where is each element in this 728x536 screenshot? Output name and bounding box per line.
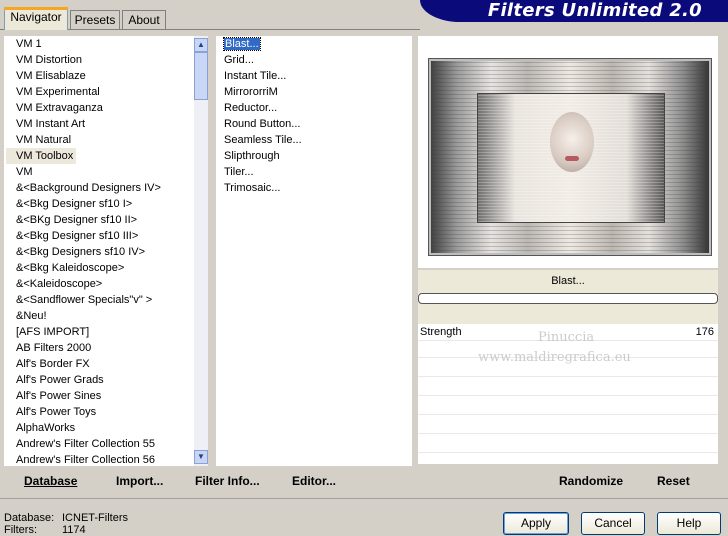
- filter-item-label: Instant Tile...: [224, 70, 287, 82]
- scroll-thumb[interactable]: [194, 52, 208, 100]
- filter-list[interactable]: Blast... Grid... Instant Tile... Mirrororri…: [216, 36, 412, 466]
- preview-label-strip: Blast...: [418, 270, 718, 324]
- category-item[interactable]: [AFS IMPORT]: [4, 324, 174, 340]
- category-item[interactable]: AlphaWorks: [4, 420, 174, 436]
- param-row-empty: [418, 436, 718, 453]
- database-button[interactable]: Database: [24, 472, 77, 490]
- param-row-empty: [418, 417, 718, 434]
- tab-presets[interactable]: Presets: [70, 10, 120, 29]
- filter-item-label: Reductor...: [224, 102, 278, 114]
- help-button[interactable]: Help: [657, 512, 721, 535]
- filters-label: Filters:: [4, 524, 37, 536]
- category-item[interactable]: Alf's Border FX: [4, 356, 174, 372]
- category-item[interactable]: Andrew's Filter Collection 55: [4, 436, 174, 452]
- category-item[interactable]: &<Bkg Designer sf10 III>: [4, 228, 174, 244]
- filter-item-label: Slipthrough: [224, 150, 280, 162]
- filter-item[interactable]: Blast...: [216, 36, 261, 52]
- editor-button[interactable]: Editor...: [292, 472, 336, 490]
- filter-item-label: Grid...: [224, 54, 254, 66]
- filters-value: 1174: [62, 524, 86, 536]
- import-button[interactable]: Import...: [116, 472, 163, 490]
- reset-button[interactable]: Reset: [657, 472, 690, 490]
- database-value: ICNET-Filters: [62, 512, 128, 524]
- preview-face: [550, 112, 594, 172]
- category-item[interactable]: VM: [4, 164, 174, 180]
- param-name: Strength: [420, 326, 462, 338]
- filter-item[interactable]: Tiler...: [216, 164, 254, 180]
- category-item[interactable]: &<Bkg Kaleidoscope>: [4, 260, 174, 276]
- param-row-empty: [418, 398, 718, 415]
- category-item[interactable]: &<Kaleidoscope>: [4, 276, 174, 292]
- header-banner: Filters Unlimited 2.0: [420, 0, 728, 22]
- filter-item-label: Tiler...: [224, 166, 254, 178]
- category-scrollbar[interactable]: ▲ ▼: [194, 36, 208, 466]
- filter-item[interactable]: Trimosaic...: [216, 180, 280, 196]
- filter-item[interactable]: Instant Tile...: [216, 68, 286, 84]
- category-item[interactable]: Alf's Power Toys: [4, 404, 174, 420]
- category-item[interactable]: &<Background Designers IV>: [4, 180, 174, 196]
- category-list[interactable]: ▲ ▼ VM 1 VM Distortion VM Elisablaze VM Exp…: [4, 36, 208, 466]
- category-item[interactable]: VM 1: [4, 36, 174, 52]
- category-item[interactable]: VM Experimental: [4, 84, 174, 100]
- category-item[interactable]: VM Instant Art: [4, 116, 174, 132]
- preview-lips: [565, 156, 579, 161]
- param-value: 176: [695, 326, 714, 338]
- tab-about[interactable]: About: [122, 10, 166, 29]
- filter-item[interactable]: Round Button...: [216, 116, 300, 132]
- filter-item[interactable]: Slipthrough: [216, 148, 280, 164]
- filter-item-label: Round Button...: [224, 118, 301, 130]
- preview-image: [428, 58, 712, 256]
- filter-item[interactable]: Reductor...: [216, 100, 277, 116]
- watermark-line1: Pinuccia: [538, 330, 595, 345]
- database-label: Database:: [4, 512, 55, 524]
- category-item[interactable]: Alf's Power Grads: [4, 372, 174, 388]
- filter-item-label: Trimosaic...: [224, 182, 281, 194]
- category-item[interactable]: &<BKg Designer sf10 II>: [4, 212, 174, 228]
- category-item[interactable]: Andrew's Filter Collection 56: [4, 452, 174, 466]
- preview-filter-label: Blast...: [551, 275, 585, 287]
- tab-navigator[interactable]: Navigator: [4, 7, 68, 30]
- category-item[interactable]: &Neu!: [4, 308, 174, 324]
- category-item[interactable]: &<Sandflower Specials"v" >: [4, 292, 174, 308]
- preview-pane: [418, 36, 718, 268]
- filter-item-label: Blast...: [223, 37, 261, 51]
- apply-button[interactable]: Apply: [503, 512, 569, 535]
- param-row-empty: [418, 379, 718, 396]
- filter-info-button[interactable]: Filter Info...: [195, 472, 260, 490]
- category-item[interactable]: &<Bkg Designers sf10 IV>: [4, 244, 174, 260]
- bottom-separator: [0, 498, 728, 499]
- filter-item[interactable]: MirrororriM: [216, 84, 278, 100]
- category-item[interactable]: VM Toolbox: [6, 148, 76, 164]
- progress-bar: [418, 293, 718, 304]
- filter-item[interactable]: Grid...: [216, 52, 254, 68]
- parameter-list[interactable]: Strength 176 Pinuccia www.maldiregrafica…: [418, 324, 718, 464]
- preview-inner-frame: [477, 93, 665, 223]
- scroll-down-icon[interactable]: ▼: [194, 450, 208, 464]
- category-item[interactable]: &<Bkg Designer sf10 I>: [4, 196, 174, 212]
- cancel-button[interactable]: Cancel: [581, 512, 645, 535]
- watermark-line2: www.maldiregrafica.eu: [478, 350, 631, 365]
- filter-item-label: Seamless Tile...: [224, 134, 302, 146]
- category-item[interactable]: VM Extravaganza: [4, 100, 174, 116]
- category-item[interactable]: AB Filters 2000: [4, 340, 174, 356]
- category-item[interactable]: VM Natural: [4, 132, 174, 148]
- filter-item-label: MirrororriM: [224, 86, 278, 98]
- randomize-button[interactable]: Randomize: [559, 472, 623, 490]
- scroll-up-icon[interactable]: ▲: [194, 38, 208, 52]
- category-item[interactable]: VM Distortion: [4, 52, 174, 68]
- filter-item[interactable]: Seamless Tile...: [216, 132, 302, 148]
- category-item[interactable]: Alf's Power Sines: [4, 388, 174, 404]
- category-item[interactable]: VM Elisablaze: [4, 68, 174, 84]
- app-title: Filters Unlimited 2.0: [487, 0, 702, 21]
